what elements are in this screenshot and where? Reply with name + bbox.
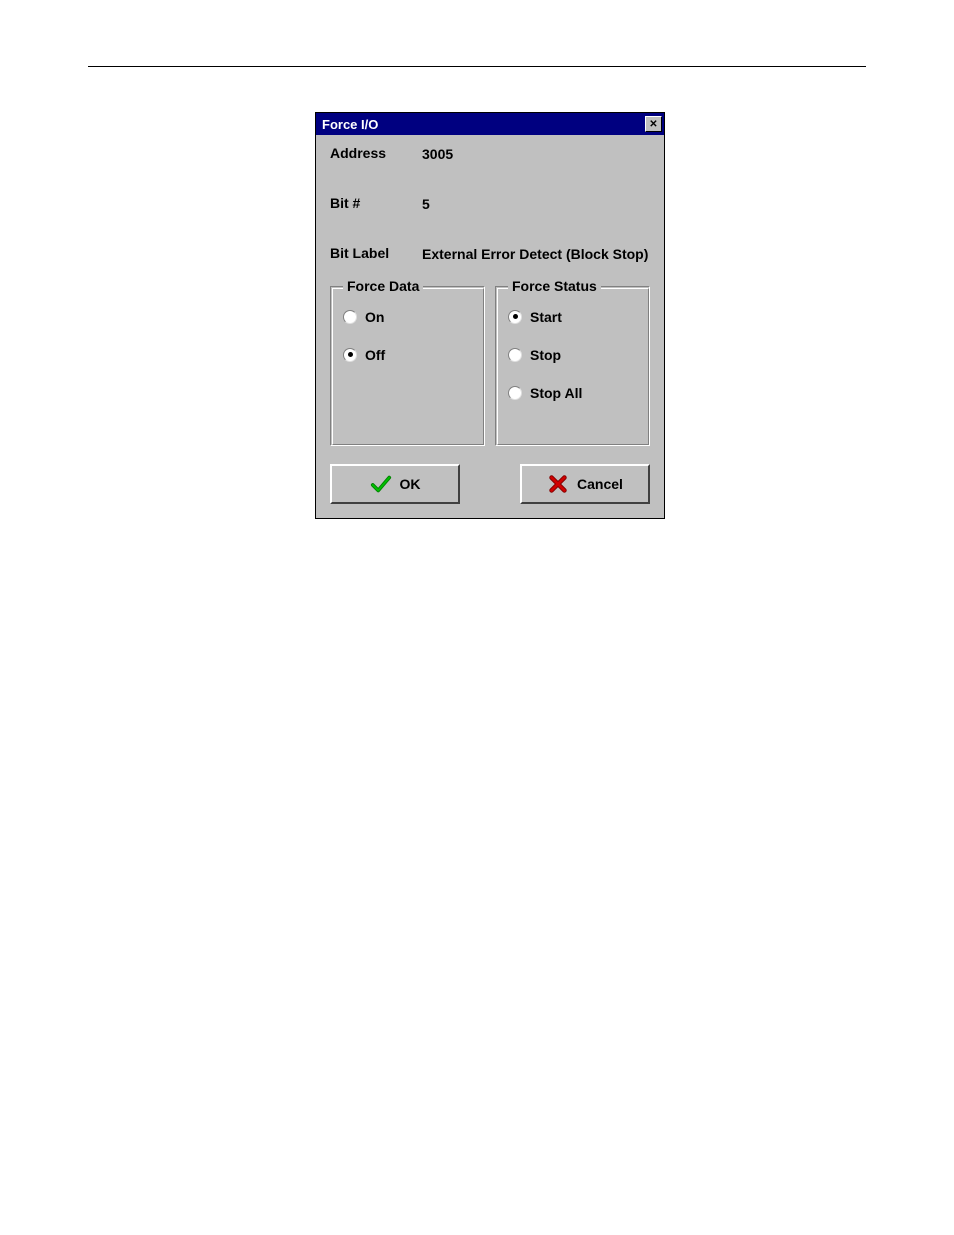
radio-on-label: On <box>365 309 384 325</box>
radio-icon <box>343 310 357 324</box>
bitlabel-value: External Error Detect (Block Stop) <box>422 245 650 263</box>
radio-icon <box>343 348 357 362</box>
radio-stop-all-label: Stop All <box>530 385 582 401</box>
radio-stop-all[interactable]: Stop All <box>508 385 637 401</box>
bit-label: Bit # <box>330 195 422 213</box>
radio-icon <box>508 386 522 400</box>
radio-start[interactable]: Start <box>508 309 637 325</box>
group-container: Force Data On Off Force Status Start <box>330 286 650 446</box>
address-label: Address <box>330 145 422 163</box>
titlebar: Force I/O ✕ <box>316 113 664 135</box>
address-value: 3005 <box>422 145 650 163</box>
bitlabel-row: Bit Label External Error Detect (Block S… <box>330 245 650 263</box>
force-data-legend: Force Data <box>343 278 423 294</box>
radio-stop-label: Stop <box>530 347 561 363</box>
force-io-dialog: Force I/O ✕ Address 3005 Bit # 5 Bit Lab… <box>315 112 665 519</box>
bit-row: Bit # 5 <box>330 195 650 213</box>
force-data-group: Force Data On Off <box>330 286 485 446</box>
bit-value: 5 <box>422 195 650 213</box>
bitlabel-label: Bit Label <box>330 245 422 263</box>
address-row: Address 3005 <box>330 145 650 163</box>
ok-button[interactable]: OK <box>330 464 460 504</box>
radio-off[interactable]: Off <box>343 347 472 363</box>
dialog-content: Address 3005 Bit # 5 Bit Label External … <box>316 135 664 518</box>
close-icon: ✕ <box>649 119 657 130</box>
cancel-label: Cancel <box>577 476 623 492</box>
radio-icon <box>508 348 522 362</box>
cancel-button[interactable]: Cancel <box>520 464 650 504</box>
force-status-group: Force Status Start Stop Stop All <box>495 286 650 446</box>
radio-start-label: Start <box>530 309 562 325</box>
top-divider <box>88 66 866 67</box>
force-status-legend: Force Status <box>508 278 601 294</box>
ok-label: OK <box>400 476 421 492</box>
radio-stop[interactable]: Stop <box>508 347 637 363</box>
x-icon <box>547 473 569 495</box>
radio-on[interactable]: On <box>343 309 472 325</box>
check-icon <box>370 473 392 495</box>
radio-icon <box>508 310 522 324</box>
button-row: OK Cancel <box>330 464 650 504</box>
radio-off-label: Off <box>365 347 385 363</box>
dialog-title: Force I/O <box>322 117 378 132</box>
close-button[interactable]: ✕ <box>645 116 662 132</box>
